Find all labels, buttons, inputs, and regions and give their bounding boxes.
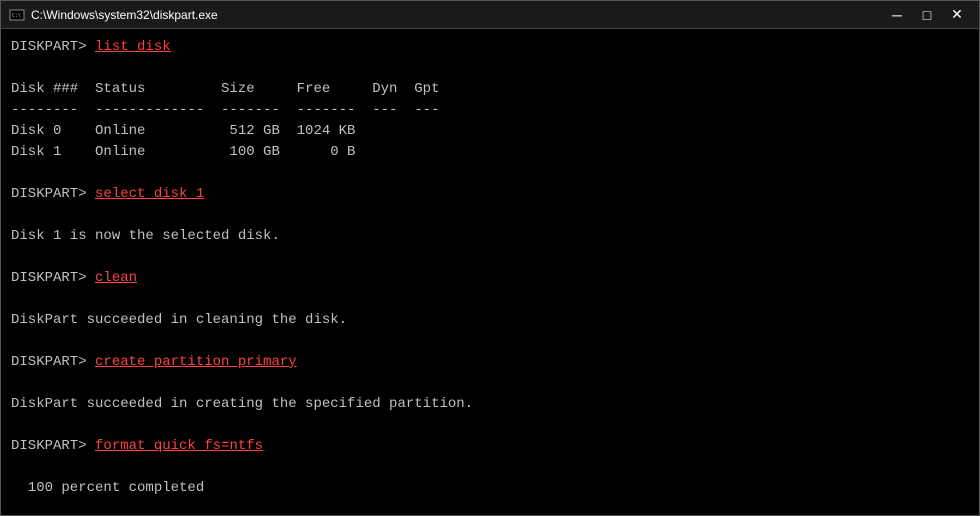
- terminal-line: [11, 58, 969, 79]
- terminal-line: [11, 163, 969, 184]
- diskpart-command: create partition primary: [95, 354, 297, 370]
- diskpart-command: clean: [95, 270, 137, 286]
- terminal-line: DISKPART> format quick fs=ntfs: [11, 436, 969, 457]
- window-title: C:\Windows\system32\diskpart.exe: [31, 8, 218, 22]
- app-icon: C:\: [9, 7, 25, 23]
- diskpart-prompt: DISKPART>: [11, 354, 95, 370]
- terminal-line: DISKPART> select disk 1: [11, 184, 969, 205]
- terminal-line: [11, 331, 969, 352]
- diskpart-prompt: DISKPART>: [11, 186, 95, 202]
- title-bar-left: C:\ C:\Windows\system32\diskpart.exe: [9, 7, 218, 23]
- title-bar: C:\ C:\Windows\system32\diskpart.exe ─ □…: [1, 1, 979, 29]
- title-bar-controls: ─ □ ✕: [883, 5, 971, 25]
- terminal-line: Disk 1 Online 100 GB 0 B: [11, 142, 969, 163]
- diskpart-command: select disk 1: [95, 186, 204, 202]
- terminal-line: DiskPart succeeded in cleaning the disk.: [11, 310, 969, 331]
- terminal-line: DISKPART> clean: [11, 268, 969, 289]
- terminal-line: Disk ### Status Size Free Dyn Gpt: [11, 79, 969, 100]
- diskpart-prompt: DISKPART>: [11, 438, 95, 454]
- terminal-line: [11, 415, 969, 436]
- terminal-line: [11, 247, 969, 268]
- terminal-line: Disk 0 Online 512 GB 1024 KB: [11, 121, 969, 142]
- diskpart-command: list disk: [95, 39, 171, 55]
- diskpart-command: format quick fs=ntfs: [95, 438, 263, 454]
- terminal-line: [11, 289, 969, 310]
- terminal-line: [11, 373, 969, 394]
- terminal-line: [11, 457, 969, 478]
- svg-text:C:\: C:\: [12, 13, 21, 19]
- terminal-line: [11, 499, 969, 515]
- minimize-button[interactable]: ─: [883, 5, 911, 25]
- terminal-line: DISKPART> create partition primary: [11, 352, 969, 373]
- terminal-output[interactable]: DISKPART> list disk Disk ### Status Size…: [1, 29, 979, 515]
- close-button[interactable]: ✕: [943, 5, 971, 25]
- window: C:\ C:\Windows\system32\diskpart.exe ─ □…: [0, 0, 980, 516]
- maximize-button[interactable]: □: [913, 5, 941, 25]
- terminal-line: DiskPart succeeded in creating the speci…: [11, 394, 969, 415]
- diskpart-prompt: DISKPART>: [11, 270, 95, 286]
- terminal-line: [11, 205, 969, 226]
- terminal-line: 100 percent completed: [11, 478, 969, 499]
- terminal-line: DISKPART> list disk: [11, 37, 969, 58]
- diskpart-prompt: DISKPART>: [11, 39, 95, 55]
- terminal-line: Disk 1 is now the selected disk.: [11, 226, 969, 247]
- terminal-line: -------- ------------- ------- ------- -…: [11, 100, 969, 121]
